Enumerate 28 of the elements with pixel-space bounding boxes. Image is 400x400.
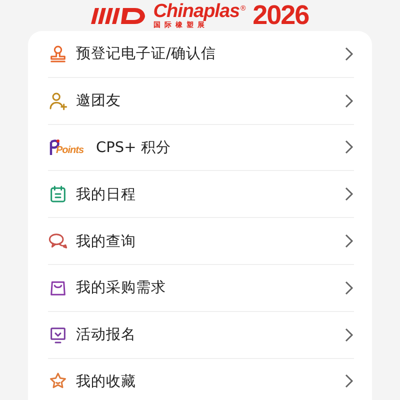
menu-label: 我的收藏	[76, 372, 137, 391]
menu-label: 活动报名	[76, 326, 137, 344]
menu-item[interactable]: 我的收藏	[48, 358, 354, 400]
menu-label: CPS+ 积分	[96, 138, 172, 157]
menu-label: 我的日程	[76, 186, 137, 204]
points-logo: Points	[48, 138, 86, 156]
menu-item[interactable]: 邀团友	[48, 78, 354, 125]
menu-label: 我的采购需求	[76, 279, 167, 298]
registered-mark: ®	[240, 4, 247, 13]
menu-item[interactable]: 预登记电子证/确认信	[48, 31, 354, 78]
brand-name: Chinaplas	[153, 1, 240, 22]
menu-item[interactable]: 我的日程	[48, 171, 354, 218]
chevron-right-icon	[344, 140, 354, 154]
chevron-right-icon	[344, 328, 354, 342]
chevron-right-icon	[344, 280, 354, 295]
menu-label: 我的查询	[76, 232, 137, 251]
chevron-right-icon	[344, 374, 354, 388]
menu-label: 预登记电子证/确认信	[76, 45, 217, 64]
menu-item[interactable]: 我的查询	[48, 218, 354, 265]
menu-item[interactable]: 活动报名	[48, 312, 354, 359]
chevron-right-icon	[344, 46, 354, 61]
menu-item[interactable]: Points CPS+ 积分	[48, 124, 354, 172]
menu-item[interactable]: 我的采购需求	[48, 264, 354, 312]
chevron-right-icon	[344, 187, 354, 202]
brand-year: 2026	[252, 0, 309, 31]
chevron-right-icon	[344, 234, 354, 248]
menu-label: 邀团友	[76, 92, 122, 110]
chevron-right-icon	[344, 94, 354, 108]
